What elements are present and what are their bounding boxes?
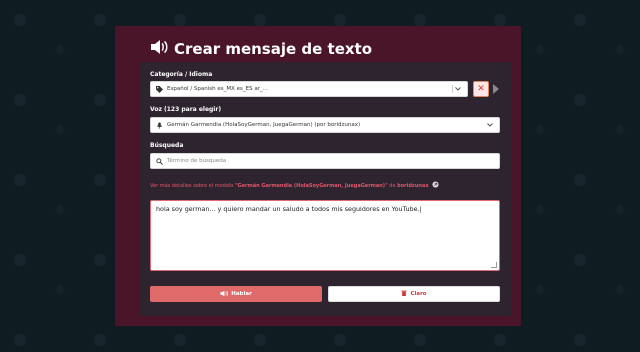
message-text: hola soy german... y quiero mandar un sa… xyxy=(156,205,422,213)
chevron-down-icon xyxy=(455,86,461,92)
play-icon[interactable] xyxy=(493,84,499,94)
clear-button[interactable]: Claro xyxy=(328,286,500,302)
chevron-down-icon xyxy=(487,122,493,128)
select-divider xyxy=(452,85,453,93)
model-info-middle: de xyxy=(387,183,398,189)
tag-icon xyxy=(155,85,163,93)
message-textarea[interactable]: hola soy german... y quiero mandar un sa… xyxy=(150,200,500,271)
search-label: Búsqueda xyxy=(150,142,184,149)
model-info-prefix: Ver más detalles sobre el modelo xyxy=(150,183,235,189)
clear-button-label: Claro xyxy=(410,291,427,297)
trash-icon xyxy=(401,290,408,298)
speaker-icon xyxy=(150,39,168,59)
voice-value: Germán Garmendia (HolaSoyGerman, JuegaGe… xyxy=(167,122,361,128)
category-value: Español / Spanish es_MX es_ES ar_... xyxy=(167,86,268,92)
close-icon: ✕ xyxy=(477,84,485,94)
voice-label: Voz (123 para elegir) xyxy=(150,106,222,113)
search-input[interactable]: Término de búsqueda xyxy=(150,153,500,169)
search-icon xyxy=(155,157,163,165)
dialog-header: Crear mensaje de texto xyxy=(150,38,372,60)
speaker-icon xyxy=(220,290,229,299)
page-title: Crear mensaje de texto xyxy=(174,40,373,58)
speak-button[interactable]: Hablar xyxy=(150,286,322,302)
model-link[interactable]: "Germán Garmendia (HolaSoyGerman, JuegaG… xyxy=(235,183,388,189)
category-select[interactable]: Español / Spanish es_MX es_ES ar_... xyxy=(150,81,468,97)
search-placeholder: Término de búsqueda xyxy=(167,158,227,164)
model-info: Ver más detalles sobre el modelo "Germán… xyxy=(150,181,439,190)
clear-category-button[interactable]: ✕ xyxy=(473,81,489,97)
external-link-icon[interactable] xyxy=(432,181,439,190)
speak-button-label: Hablar xyxy=(231,291,252,297)
author-link[interactable]: boridzunax xyxy=(397,183,428,189)
category-label: Categoría / Idioma xyxy=(150,71,213,78)
voice-select[interactable]: Germán Garmendia (HolaSoyGerman, JuegaGe… xyxy=(150,117,500,133)
resize-handle[interactable] xyxy=(491,262,497,268)
microphone-icon xyxy=(155,121,163,129)
